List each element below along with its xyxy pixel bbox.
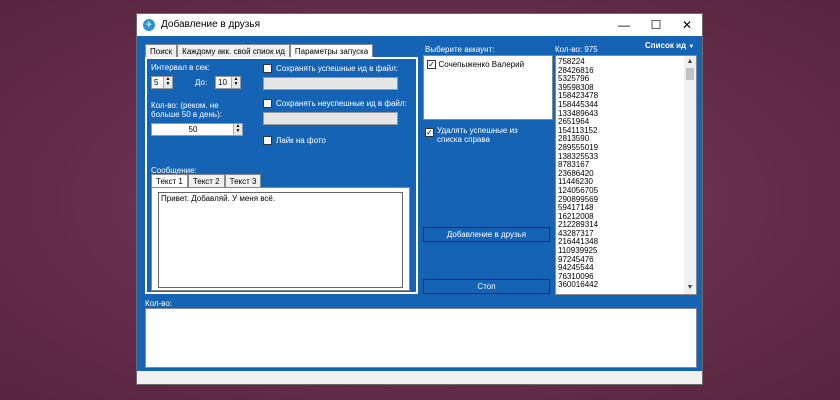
maximize-icon[interactable]: ☐ <box>641 14 671 36</box>
ids-list: 758224 28426816 5325796 39598308 158423478 15… <box>558 57 683 290</box>
tab-text-1[interactable]: Текст 1 <box>151 174 188 187</box>
account-name: Сочепыженко Валерий <box>438 60 525 70</box>
spinner-icon[interactable]: ▲ ▼ <box>163 77 172 88</box>
launch-params-body: Интервал в сек: 5 ▲ ▼ До: 10 ▲ ▼ Кол-во: (ре… <box>145 57 418 294</box>
count-label: Кол-во: (реком. не больше 50 в день): <box>151 101 222 119</box>
save-success-path-input[interactable] <box>263 77 398 90</box>
count-input[interactable]: 50 ▲ ▼ <box>151 123 243 136</box>
list-item[interactable]: ✓ Сочепыженко Валерий <box>427 59 525 70</box>
id-list-dropdown[interactable]: Список ид ▼ <box>641 39 697 52</box>
like-photo-checkbox[interactable] <box>263 136 272 145</box>
save-fail-checkbox[interactable] <box>263 99 272 108</box>
save-fail-label: Сохранять неуспешные ид в файл: <box>276 99 407 108</box>
main-tabstrip: Поиск Каждому акк. свой спиок ид Парамет… <box>145 44 374 57</box>
tab-text-2[interactable]: Текст 2 <box>187 174 225 187</box>
message-textarea[interactable]: Привет. Добавляй. У меня всё. <box>158 192 403 288</box>
window-title: Добавление в друзья <box>161 19 261 30</box>
log-textarea[interactable] <box>145 308 697 368</box>
scroll-up-icon[interactable]: ▲ <box>684 56 696 68</box>
save-fail-path-input[interactable] <box>263 112 398 125</box>
spinner-icon[interactable]: ▲ ▼ <box>233 124 242 135</box>
app-icon: ✈ <box>143 19 155 31</box>
ids-scrollbar[interactable]: ▲ ▼ <box>684 56 696 294</box>
account-label: Выберите аккаунт: <box>425 45 495 54</box>
interval-to-input[interactable]: 10 ▲ ▼ <box>215 76 241 89</box>
status-bar <box>137 371 702 384</box>
add-friends-button[interactable]: Добавление в друзья <box>423 227 550 242</box>
minimize-icon[interactable]: — <box>609 14 639 36</box>
message-tab-body: Привет. Добавляй. У меня всё. <box>151 187 410 291</box>
stop-button[interactable]: Стоп <box>423 279 550 294</box>
account-checkbox[interactable]: ✓ <box>427 60 436 70</box>
title-bar[interactable]: ✈ Добавление в друзья — ☐ ✕ <box>137 14 702 36</box>
remove-success-label: Удалять успешные из списка справа <box>437 126 518 144</box>
app-window: ✈ Добавление в друзья — ☐ ✕ Поиск Каждом… <box>136 13 703 385</box>
save-success-label: Сохранять успешные ид в файл: <box>276 64 399 73</box>
remove-success-checkbox[interactable]: ✓ <box>425 128 434 137</box>
interval-label: Интервал в сек: <box>151 63 210 72</box>
tab-search[interactable]: Поиск <box>145 44 178 57</box>
tab-launch-params[interactable]: Параметры запуска <box>289 44 374 57</box>
scroll-down-icon[interactable]: ▼ <box>684 282 696 294</box>
chevron-down-icon: ▼ <box>688 44 695 50</box>
like-photo-label: Лайк на фото <box>276 136 326 145</box>
ids-count-label: Кол-во: 975 <box>555 45 598 54</box>
bottom-count-label: Кол-во: <box>145 299 173 308</box>
tab-per-account-ids[interactable]: Каждому акк. свой спиок ид <box>177 44 290 57</box>
settings-panel: Поиск Каждому акк. свой спиок ид Парамет… <box>145 44 418 294</box>
message-tabstrip: Текст 1 Текст 2 Текст 3 <box>151 174 262 187</box>
scroll-thumb[interactable] <box>686 68 694 80</box>
to-label: До: <box>195 78 208 87</box>
spinner-icon[interactable]: ▲ ▼ <box>231 77 240 88</box>
interval-from-input[interactable]: 5 ▲ ▼ <box>151 76 173 89</box>
save-success-checkbox[interactable] <box>263 64 272 73</box>
ids-listbox[interactable]: 758224 28426816 5325796 39598308 158423478 15… <box>555 55 697 295</box>
list-item[interactable]: 360016442 <box>558 281 683 290</box>
account-list[interactable]: ✓ Сочепыженко Валерий <box>423 55 553 120</box>
close-icon[interactable]: ✕ <box>672 14 702 36</box>
tab-text-3[interactable]: Текст 3 <box>224 174 262 187</box>
